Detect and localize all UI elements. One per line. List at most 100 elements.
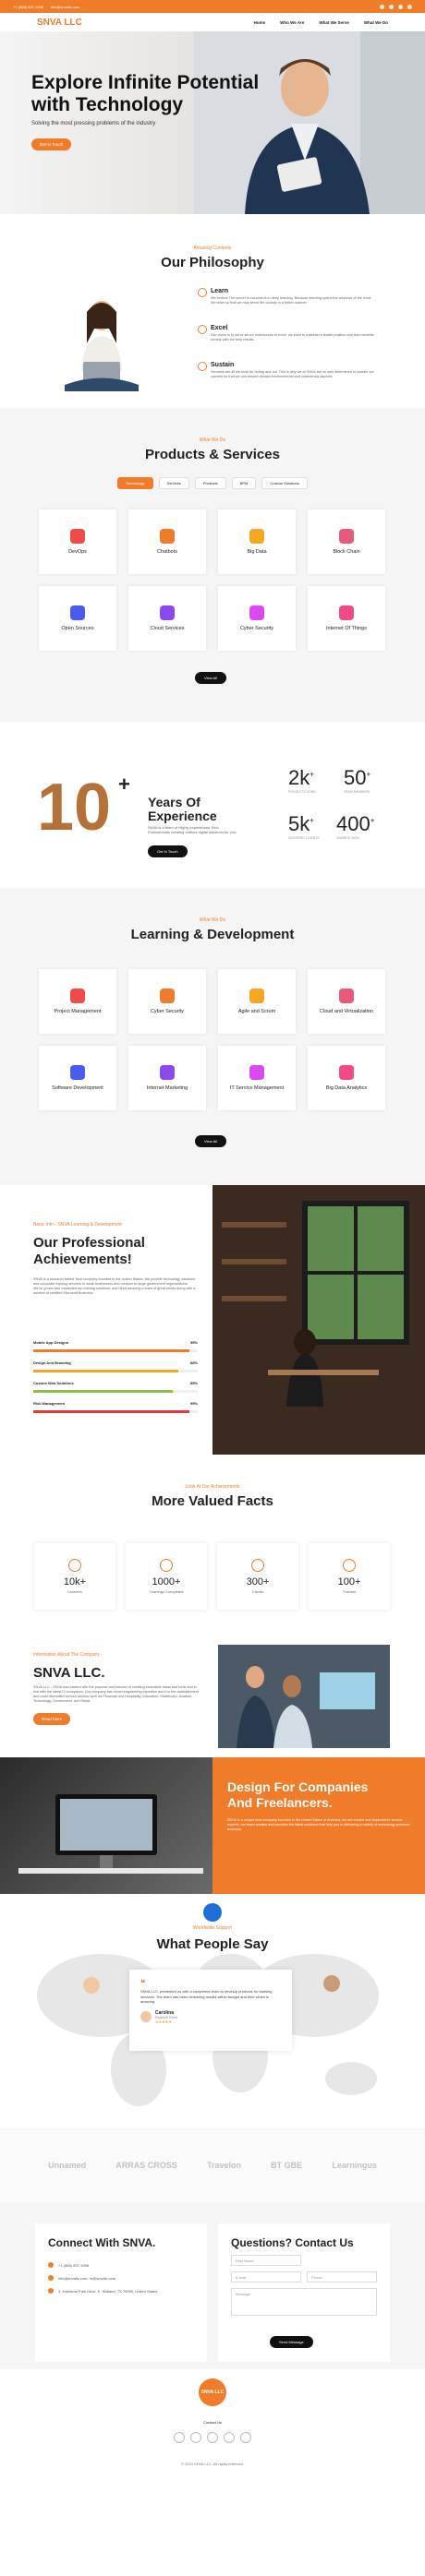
linkedin-icon[interactable] — [398, 4, 403, 9]
instagram-icon[interactable] — [407, 4, 412, 9]
service-card-internet-of-things[interactable]: Internet Of Things — [308, 586, 385, 651]
service-card-devops[interactable]: DevOps — [39, 509, 116, 574]
service-card-big-data[interactable]: Big Data — [218, 509, 296, 574]
design-title: Design For Companies And Freelancers. — [227, 1779, 369, 1810]
workspace-image — [0, 1757, 212, 1894]
client-logo-3: Travelon — [206, 2161, 241, 2170]
facebook-icon[interactable] — [380, 4, 384, 9]
site-logo[interactable]: SNVA LLC — [37, 18, 82, 28]
client-avatar-right[interactable] — [323, 1975, 340, 1992]
products-view-all-button[interactable]: View All — [195, 672, 226, 684]
learning-card-cyber-security[interactable]: Cyber Security — [128, 969, 206, 1034]
testimonials-kicker: Worldwide Support — [192, 1925, 233, 1931]
achievements-title: Our Professional Achievements! — [33, 1235, 145, 1267]
iot-icon — [339, 605, 354, 620]
phone-field[interactable]: Phone — [307, 2271, 377, 2282]
achievements-section: Basic Info - SNVA Learning & Development… — [0, 1185, 425, 1455]
clients-icon — [251, 1559, 264, 1572]
service-card-cloud-services[interactable]: Cloud Services — [128, 586, 206, 651]
footer: SNVA LLC Contact Us © 2023 SNVA LLC. All… — [0, 2369, 425, 2498]
top-bar: +1 (888) 837-1998 info@snvallc.com — [0, 0, 425, 13]
phone-icon — [48, 2262, 54, 2268]
marketing-icon — [160, 1065, 175, 1080]
nav-what-we-serve[interactable]: What We Serve — [319, 20, 348, 25]
facebook-icon[interactable] — [174, 2432, 185, 2443]
tab-custom-solutions[interactable]: Custom Solutions — [261, 477, 308, 489]
contact-email[interactable]: info@snvallc.com; hr@snvallc.com — [58, 2276, 115, 2281]
service-card-open-sources[interactable]: Open Sources — [39, 586, 116, 651]
instagram-icon[interactable] — [224, 2432, 235, 2443]
phone-text[interactable]: +1 (888) 837-1998 — [13, 5, 43, 9]
big-data-icon — [249, 529, 264, 544]
tab-products[interactable]: Products — [194, 477, 226, 489]
achievements-text: SNVA is a research based Tech company fo… — [33, 1277, 196, 1295]
hero-get-in-touch-button[interactable]: Get in Touch — [31, 138, 72, 150]
footer-social-links — [0, 2432, 425, 2443]
service-icon — [249, 1065, 264, 1080]
trainings-icon — [160, 1559, 173, 1572]
footer-logo[interactable]: SNVA LLC — [199, 2378, 226, 2406]
open-source-icon — [70, 605, 85, 620]
tab-technology[interactable]: Technology — [117, 477, 153, 489]
experience-section: 10 + Years Of Experience SNVA is a team o… — [0, 722, 425, 888]
learning-card-project-management[interactable]: Project Management — [39, 969, 116, 1034]
shield-icon — [249, 605, 264, 620]
workspace-illustration — [18, 1794, 203, 1874]
products-title: Products & Services — [145, 447, 280, 462]
skill-design-branding: Design And Branding 88% — [33, 1360, 198, 1372]
testimonials-title: What People Say — [156, 1936, 269, 1952]
company-read-more-button[interactable]: Read More — [33, 1713, 71, 1725]
trainers-icon — [343, 1559, 356, 1572]
footer-contact-us[interactable]: Contact Us — [0, 2420, 425, 2425]
products-section: What We Do Products & Services Technolog… — [0, 408, 425, 722]
code-icon — [70, 1065, 85, 1080]
youtube-icon[interactable] — [240, 2432, 251, 2443]
twitter-icon[interactable] — [389, 4, 394, 9]
nav-home[interactable]: Home — [254, 20, 266, 25]
email-field[interactable]: E-mail — [231, 2271, 301, 2282]
client-avatar-left[interactable] — [83, 1977, 100, 1994]
testimonial-role: Regional Client — [155, 2015, 177, 2019]
testimonial-card: ❝ SNVA LLC, presented us with a competen… — [129, 1970, 292, 2051]
agile-icon — [249, 988, 264, 1003]
cloud-icon — [160, 605, 175, 620]
achievements-kicker: Basic Info - SNVA Learning & Development — [33, 1222, 122, 1228]
learning-card-it-service-management[interactable]: IT Service Management — [218, 1046, 296, 1110]
service-card-block-chain[interactable]: Block Chain — [308, 509, 385, 574]
tab-bpm[interactable]: BPM — [231, 477, 257, 489]
client-logo-4: BT GBE — [271, 2161, 303, 2170]
service-card-cyber-security[interactable]: Cyber Security — [218, 586, 296, 651]
company-title: SNVA LLC. — [33, 1665, 105, 1681]
linkedin-icon[interactable] — [207, 2432, 218, 2443]
skill-mobile-app: Mobile App Designs 95% — [33, 1340, 198, 1352]
contact-section: Connect With SNVA. +1 (888) 837-1998 inf… — [0, 2203, 425, 2369]
tab-services[interactable]: Services — [158, 477, 189, 489]
learning-card-cloud-virtualization[interactable]: Cloud and Virtualization — [308, 969, 385, 1034]
philosophy-kicker: Amazing Contents — [193, 246, 232, 251]
fact-learners: 10k+ Learners — [34, 1543, 115, 1610]
email-text[interactable]: info@snvallc.com — [51, 5, 79, 9]
excel-icon — [198, 325, 207, 334]
learning-card-software-development[interactable]: Software Development — [39, 1046, 116, 1110]
devops-icon — [70, 529, 85, 544]
woman-at-desk-image — [212, 1185, 425, 1455]
message-field[interactable]: Message — [231, 2288, 377, 2316]
service-card-chatbots[interactable]: Chatbots — [128, 509, 206, 574]
experience-get-in-touch-button[interactable]: Get In Touch — [148, 845, 188, 857]
location-icon — [48, 2288, 54, 2294]
skill-risk-management: Risk Management 95% — [33, 1401, 198, 1413]
learning-card-agile-scrum[interactable]: Agile and Scrum — [218, 969, 296, 1034]
skill-custom-web: Custom Web Solutions 85% — [33, 1381, 198, 1393]
learning-card-internet-marketing[interactable]: Internet Marketing — [128, 1046, 206, 1110]
send-message-button[interactable]: Send Message — [270, 2336, 313, 2348]
nav-what-we-do[interactable]: What We Do — [364, 20, 388, 25]
philosophy-sustain-title: Sustain — [211, 362, 235, 368]
learning-view-all-button[interactable]: View All — [195, 1135, 226, 1147]
learning-card-big-data-analytics[interactable]: Big Data Analytics — [308, 1046, 385, 1110]
facts-title: More Valued Facts — [152, 1493, 273, 1509]
twitter-icon[interactable] — [190, 2432, 201, 2443]
contact-phone[interactable]: +1 (888) 837-1998 — [58, 2263, 89, 2268]
first-name-field[interactable]: First Name — [231, 2255, 301, 2266]
nav-who-we-are[interactable]: Who We Are — [280, 20, 304, 25]
connect-box: Connect With SNVA. +1 (888) 837-1998 inf… — [35, 2223, 207, 2362]
